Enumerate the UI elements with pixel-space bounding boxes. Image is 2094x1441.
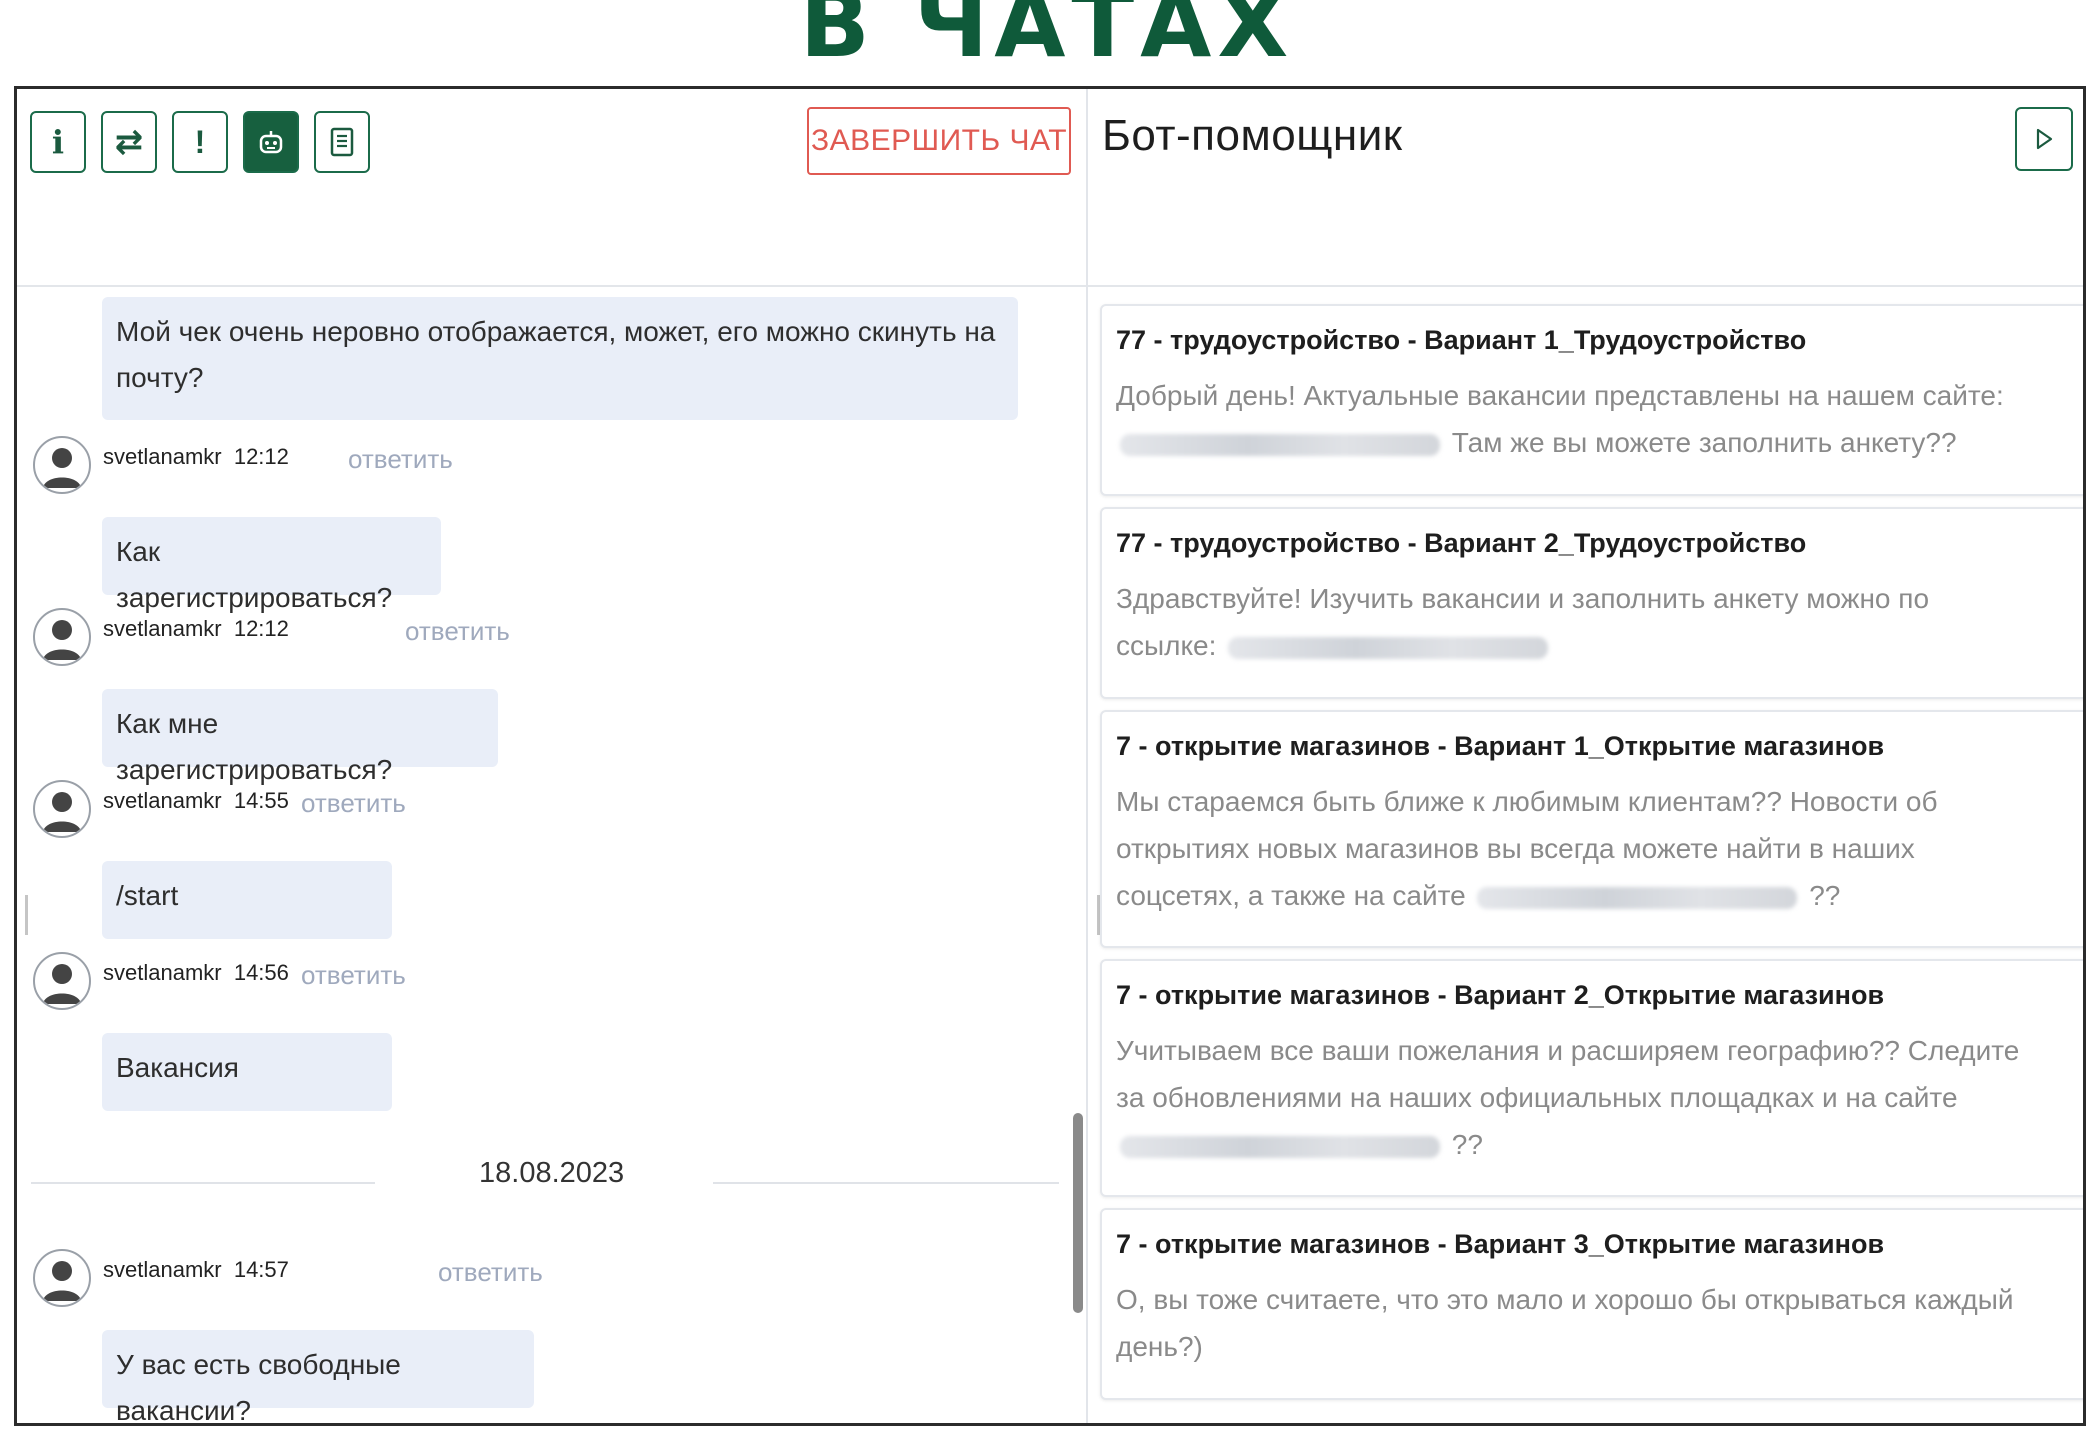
- bot-answer-card[interactable]: 77 - трудоустройство - Вариант 2_Трудоус…: [1100, 507, 2083, 699]
- card-title: 77 - трудоустройство - Вариант 1_Трудоус…: [1116, 325, 1807, 355]
- date-separator-line: [31, 1182, 375, 1184]
- card-text: Здравствуйте! Изучить вакансии и заполни…: [1116, 583, 1930, 661]
- bot-icon: [259, 131, 283, 154]
- card-title: 77 - трудоустройство - Вариант 2_Трудоус…: [1116, 528, 1807, 558]
- username: svetlanamkr 14:55: [103, 788, 289, 813]
- message-meta: svetlanamkr 14:55 ответить: [33, 780, 433, 850]
- username: svetlanamkr 12:12: [103, 444, 289, 469]
- avatar: [33, 608, 91, 666]
- user-icon: [43, 964, 81, 1004]
- card-title: 7 - открытие магазинов - Вариант 2_Откры…: [1116, 980, 1885, 1010]
- alert-button[interactable]: !: [172, 111, 228, 173]
- collapse-panel-button[interactable]: [2015, 107, 2073, 171]
- message-bubble: /start: [102, 861, 392, 939]
- chat-scrollbar[interactable]: [1073, 1113, 1083, 1313]
- resize-handle[interactable]: [25, 895, 28, 935]
- bot-answer-card[interactable]: 7 - открытие магазинов - Вариант 2_Откры…: [1100, 959, 2083, 1197]
- message-bubble: Вакансия: [102, 1033, 392, 1111]
- blurred-link: [1228, 636, 1549, 659]
- message-list: Мой чек очень неровно отображается, може…: [17, 287, 1086, 1423]
- avatar: [33, 436, 91, 494]
- card-text: Мы стараемся быть ближе к любимым клиент…: [1116, 786, 1938, 911]
- info-button[interactable]: i: [30, 111, 86, 173]
- banner-title: В ЧАТАХ: [799, 0, 1295, 78]
- message-meta: svetlanamkr 12:12 ответить: [33, 608, 513, 678]
- username: svetlanamkr 14:57: [103, 1257, 289, 1282]
- templates-button[interactable]: [314, 111, 370, 173]
- chat-panel: i ⇄ ! ЗАВЕРШИТЬ ЧАТ Мой чек очень неровн…: [17, 89, 1086, 1423]
- avatar: [33, 1249, 91, 1307]
- reply-link[interactable]: ответить: [301, 788, 406, 819]
- message-bubble: Как зарегистрироваться?: [102, 517, 441, 613]
- bot-panel: Бот-помощник 77 - трудоустройство - Вари…: [1088, 89, 2083, 1423]
- blurred-link: [1120, 433, 1440, 456]
- message-bubble: У вас есть свободные вакансии?: [102, 1330, 534, 1423]
- reply-link[interactable]: ответить: [405, 616, 510, 647]
- message-meta: svetlanamkr 12:12 ответить: [33, 436, 453, 506]
- user-icon: [43, 1261, 81, 1301]
- card-text: Добрый день! Актуальные вакансии предста…: [1116, 380, 2004, 458]
- reply-link[interactable]: ответить: [348, 444, 453, 475]
- bot-answer-card[interactable]: 7 - открытие магазинов - Вариант 3_Откры…: [1100, 1208, 2083, 1400]
- transfer-icon: ⇄: [114, 123, 144, 161]
- info-icon: i: [51, 123, 65, 161]
- card-text: Учитываем все ваши пожелания и расширяем…: [1116, 1035, 2020, 1160]
- card-text: О, вы тоже считаете, что это мало и хоро…: [1116, 1284, 2014, 1362]
- reply-link[interactable]: ответить: [301, 960, 406, 991]
- reply-link[interactable]: ответить: [438, 1257, 543, 1288]
- play-icon: [2036, 128, 2053, 150]
- blurred-link: [1477, 886, 1798, 909]
- date-separator: 18.08.2023: [479, 1157, 625, 1189]
- bot-answer-card[interactable]: 7 - открытие магазинов - Вариант 1_Откры…: [1100, 710, 2083, 948]
- card-title: 7 - открытие магазинов - Вариант 1_Откры…: [1116, 731, 1885, 761]
- card-title: 7 - открытие магазинов - Вариант 3_Откры…: [1116, 1229, 1885, 1259]
- message-bubble: Как мне зарегистрироваться?: [102, 689, 498, 785]
- avatar: [33, 780, 91, 838]
- username: svetlanamkr 12:12: [103, 616, 289, 641]
- chat-window: i ⇄ ! ЗАВЕРШИТЬ ЧАТ Мой чек очень неровн…: [14, 86, 2086, 1426]
- date-separator-line: [713, 1182, 1059, 1184]
- transfer-button[interactable]: ⇄: [101, 111, 157, 173]
- user-icon: [43, 792, 81, 832]
- username: svetlanamkr 14:56: [103, 960, 289, 985]
- avatar: [33, 952, 91, 1010]
- message-meta: svetlanamkr 14:56 ответить: [33, 952, 433, 1022]
- bot-panel-title: Бот-помощник: [1102, 111, 1403, 160]
- bot-answer-card[interactable]: 77 - трудоустройство - Вариант 1_Трудоус…: [1100, 304, 2083, 496]
- user-icon: [43, 448, 81, 488]
- message-meta: svetlanamkr 14:57 ответить: [33, 1249, 553, 1319]
- message-bubble: Мой чек очень неровно отображается, може…: [102, 297, 1018, 420]
- bot-button[interactable]: [243, 111, 299, 173]
- document-icon: [330, 127, 354, 157]
- blurred-link: [1120, 1135, 1440, 1158]
- user-icon: [43, 620, 81, 660]
- chat-toolbar: i ⇄ ! ЗАВЕРШИТЬ ЧАТ: [17, 89, 1086, 287]
- end-chat-button[interactable]: ЗАВЕРШИТЬ ЧАТ: [807, 107, 1071, 175]
- bot-header: Бот-помощник: [1088, 89, 2083, 287]
- exclamation-icon: !: [194, 123, 206, 160]
